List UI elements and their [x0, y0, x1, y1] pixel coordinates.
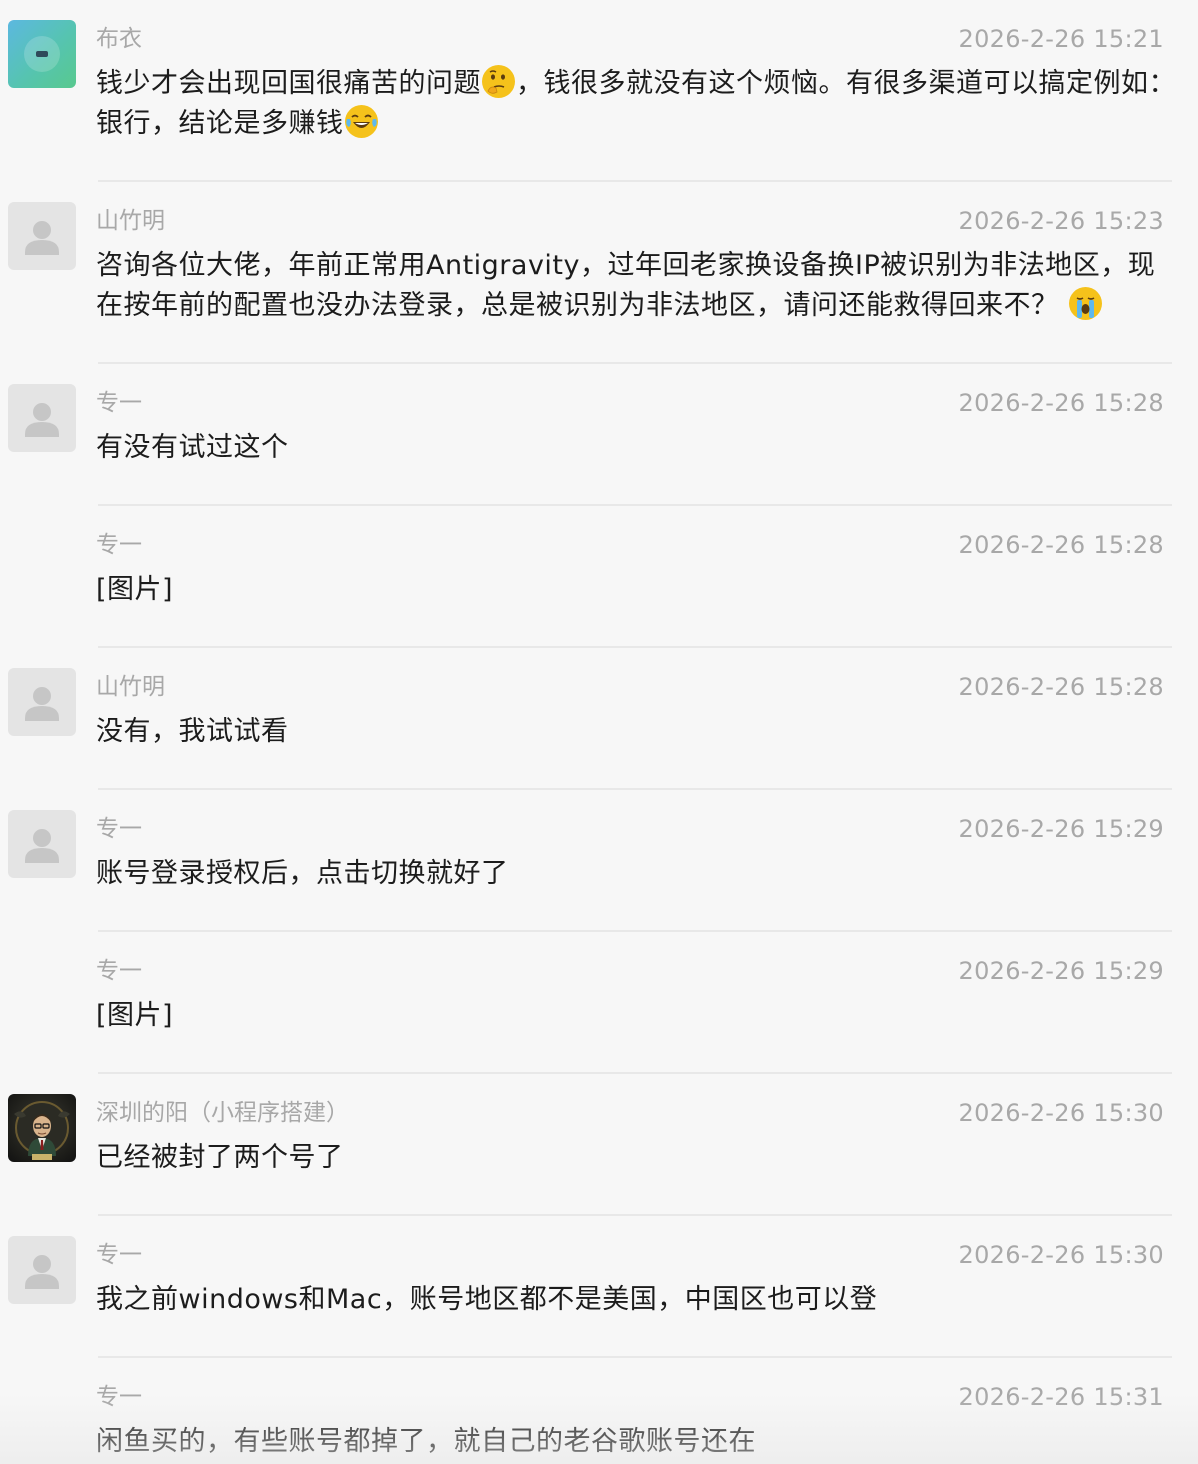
message-item: 布衣 2026-2-26 15:21 钱少才会出现回国很痛苦的问题 ，钱很多就没有… [0, 0, 1198, 182]
message-item: 山竹明 2026-2-26 15:23 咨询各位大佬，年前正常用Antigrav… [0, 182, 1198, 364]
crying-face-icon [1068, 287, 1102, 320]
message-text-part: 钱少才会出现回国很痛苦的问题 [96, 68, 481, 99]
avatar[interactable] [8, 384, 76, 452]
message-item: 山竹明 2026-2-26 15:28 没有，我试试看 [0, 648, 1198, 790]
message-text: 已经被封了两个号了 [96, 1142, 344, 1173]
default-avatar-icon [25, 1255, 59, 1289]
message-item: 专一 2026-2-26 15:29 账号登录授权后，点击切换就好了 [0, 790, 1198, 932]
default-avatar-icon [25, 687, 59, 721]
message-text: 账号登录授权后，点击切换就好了 [96, 858, 509, 889]
message-text: 闲鱼买的，有些账号都掉了，就自己的老谷歌账号还在 [96, 1426, 756, 1457]
sender-name[interactable]: 布衣 [96, 24, 142, 54]
default-avatar-icon [25, 403, 59, 437]
sender-name[interactable]: 专一 [96, 1382, 142, 1412]
message-timestamp: 2026-2-26 15:23 [958, 207, 1164, 235]
message-item: 专一 2026-2-26 15:30 我之前windows和Mac，账号地区都不… [0, 1216, 1198, 1358]
message-text-part: 咨询各位大佬，年前正常用Antigravity，过年回老家换设备换IP被识别为非… [96, 250, 1156, 321]
message-item: 专一 2026-2-26 15:28 有没有试过这个 [0, 364, 1198, 506]
avatar[interactable] [8, 1236, 76, 1304]
sender-name[interactable]: 专一 [96, 388, 142, 418]
sender-name[interactable]: 专一 [96, 956, 142, 986]
message-timestamp: 2026-2-26 15:28 [958, 531, 1164, 559]
message-timestamp: 2026-2-26 15:30 [958, 1241, 1164, 1269]
avatar[interactable] [8, 810, 76, 878]
sender-name[interactable]: 专一 [96, 530, 142, 560]
message-text: 有没有试过这个 [96, 432, 289, 463]
message-text: 没有，我试试看 [96, 716, 289, 747]
avatar[interactable] [8, 1094, 76, 1162]
default-avatar-icon [25, 829, 59, 863]
thinking-face-icon [482, 65, 515, 98]
message-timestamp: 2026-2-26 15:31 [958, 1383, 1164, 1411]
tears-of-joy-icon [344, 105, 378, 138]
avatar[interactable] [8, 668, 76, 736]
sender-name[interactable]: 专一 [96, 1240, 142, 1270]
message-timestamp: 2026-2-26 15:28 [958, 673, 1164, 701]
message-item: 专一 2026-2-26 15:31 闲鱼买的，有些账号都掉了，就自己的老谷歌账… [0, 1358, 1198, 1464]
sender-name[interactable]: 深圳的阳（小程序搭建） [96, 1098, 349, 1128]
image-placeholder[interactable]: [图片] [96, 570, 1176, 610]
sender-name[interactable]: 山竹明 [96, 672, 165, 702]
default-avatar-icon [25, 221, 59, 255]
message-timestamp: 2026-2-26 15:28 [958, 389, 1164, 417]
avatar[interactable] [8, 20, 76, 88]
sender-name[interactable]: 山竹明 [96, 206, 165, 236]
message-timestamp: 2026-2-26 15:29 [958, 957, 1164, 985]
message-timestamp: 2026-2-26 15:21 [958, 25, 1164, 53]
message-item: 专一 2026-2-26 15:29 [图片] [0, 932, 1198, 1074]
photo-avatar-image [14, 1101, 70, 1160]
message-item: 专一 2026-2-26 15:28 [图片] [0, 506, 1198, 648]
message-text: 钱少才会出现回国很痛苦的问题 ，钱很多就没有这个烦恼。有很多渠道可以搞定例如：银行… [96, 64, 1176, 144]
message-timestamp: 2026-2-26 15:30 [958, 1099, 1164, 1127]
message-timestamp: 2026-2-26 15:29 [958, 815, 1164, 843]
message-item: 深圳的阳（小程序搭建） 2026-2-26 15:30 已经被封了两个号了 [0, 1074, 1198, 1216]
chat-message-list: 布衣 2026-2-26 15:21 钱少才会出现回国很痛苦的问题 ，钱很多就没有… [0, 0, 1198, 1464]
sender-name[interactable]: 专一 [96, 814, 142, 844]
image-placeholder[interactable]: [图片] [96, 996, 1176, 1036]
message-text: 咨询各位大佬，年前正常用Antigravity，过年回老家换设备换IP被识别为非… [96, 246, 1176, 326]
message-text: 我之前windows和Mac，账号地区都不是美国，中国区也可以登 [96, 1284, 878, 1315]
avatar[interactable] [8, 202, 76, 270]
